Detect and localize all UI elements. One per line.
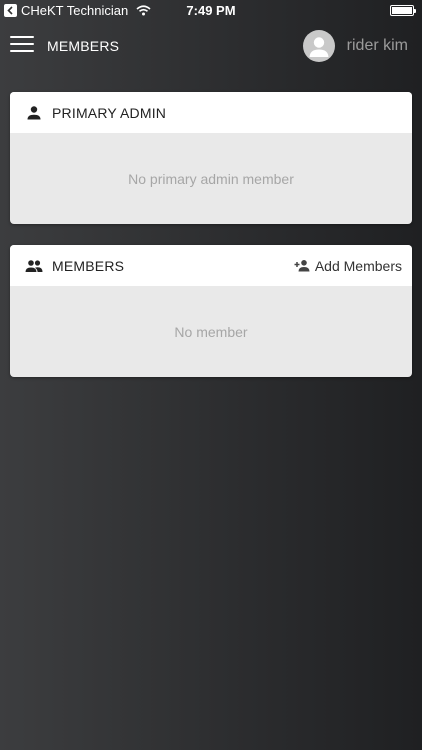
primary-admin-title: PRIMARY ADMIN [52, 104, 167, 121]
user-name: rider kim [346, 37, 408, 54]
primary-admin-empty-text: No primary admin member [128, 170, 294, 187]
add-members-button[interactable]: Add Members [294, 245, 402, 286]
status-time: 7:49 PM [186, 3, 236, 18]
avatar [302, 30, 335, 62]
status-bar: CHeKT Technician 7:49 PM [0, 0, 422, 22]
primary-admin-header: PRIMARY ADMIN [10, 92, 412, 133]
battery-icon [390, 5, 416, 16]
menu-button[interactable] [10, 36, 34, 54]
members-card: MEMBERS Add Members No member [10, 245, 412, 377]
user-profile-button[interactable]: rider kim [302, 30, 408, 62]
nav-bar: MEMBERS rider kim [0, 22, 422, 72]
person-add-icon [294, 259, 310, 272]
members-empty-text: No member [174, 323, 248, 340]
person-icon [309, 37, 329, 57]
members-header: MEMBERS Add Members [10, 245, 412, 286]
primary-admin-card: PRIMARY ADMIN No primary admin member [10, 92, 412, 224]
add-members-label: Add Members [314, 257, 402, 274]
hamburger-menu-icon [10, 36, 34, 38]
primary-admin-body: No primary admin member [10, 133, 412, 224]
members-body: No member [10, 286, 412, 377]
battery-fill [392, 7, 412, 14]
group-icon [24, 256, 44, 276]
person-icon [24, 103, 44, 123]
page-title: MEMBERS [47, 38, 120, 54]
members-title: MEMBERS [52, 257, 125, 274]
